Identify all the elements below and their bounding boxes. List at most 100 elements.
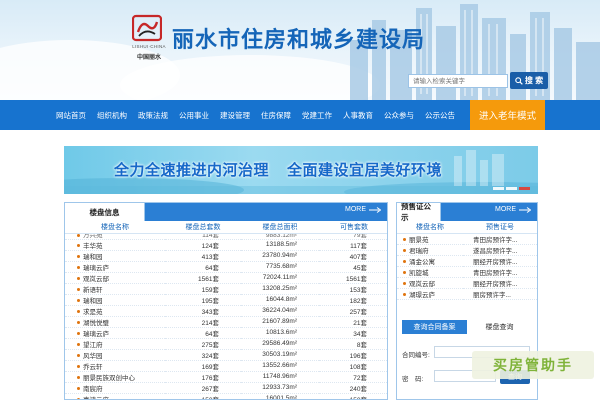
cell-text[interactable]: 嘉鸿云府: [83, 397, 109, 400]
banner-dot[interactable]: [506, 187, 517, 190]
table-row[interactable]: 望江府 275套 29586.49m² 8套: [65, 338, 387, 350]
list-bullet-icon: [77, 321, 80, 325]
cell-text[interactable]: 君瑞府: [409, 248, 429, 255]
nav-item-construction[interactable]: 建设管理: [220, 110, 250, 121]
table-row[interactable]: 风华园 324套 30503.19m² 196套: [65, 349, 387, 361]
nav-item-party-building[interactable]: 党建工作: [302, 110, 332, 121]
banner-dot[interactable]: [493, 187, 504, 190]
cell-text[interactable]: 风华园: [83, 353, 103, 360]
nav-item-announcements[interactable]: 公示公告: [425, 110, 455, 121]
table-row[interactable]: 湖璟云庐 丽房预许字...: [397, 288, 537, 300]
cell-text[interactable]: 乔云轩: [83, 364, 103, 371]
table-row[interactable]: 丽景民族双创中心 176套 11748.96m² 72套: [65, 371, 387, 383]
table-row[interactable]: 丽景苑 青田房预许字...: [397, 233, 537, 245]
nav-item-public-utilities[interactable]: 公用事业: [179, 110, 209, 121]
list-bullet-icon: [403, 260, 406, 264]
cell-text[interactable]: 万兴苑: [83, 233, 103, 238]
table-row[interactable]: 观岚云邸 丽经开房预许...: [397, 277, 537, 289]
total-area-cell: 30503.19m²: [241, 349, 319, 361]
presale-cert-cell: 丽房预许字...: [463, 288, 537, 300]
banner-dot-active[interactable]: [519, 187, 530, 190]
cell-text[interactable]: 观岚云邸: [409, 281, 435, 288]
column-header: 预售证号: [463, 221, 537, 234]
table-row[interactable]: 凯旋城 青田房预许字...: [397, 266, 537, 278]
total-units-cell: 159套: [165, 283, 241, 295]
table-row[interactable]: 瑞璃云庐 64套 7735.68m² 45套: [65, 261, 387, 273]
total-area-cell: 72024.11m²: [241, 272, 319, 284]
cell-text[interactable]: 湖悦悦璧: [83, 320, 109, 327]
cell-text[interactable]: 瑞和园: [83, 254, 103, 261]
list-bullet-icon: [403, 293, 406, 297]
property-name-cell: 瑞璃云庐: [65, 327, 165, 339]
total-area-cell: 29586.49m²: [241, 338, 319, 350]
presale-tab[interactable]: 预售证公示: [397, 203, 441, 222]
banner[interactable]: 全力全速推进内河治理 全面建设宜居美好环境: [64, 146, 538, 194]
cell-text[interactable]: 南宸府: [83, 386, 103, 393]
table-row[interactable]: 君瑞府 遂昌房预许字...: [397, 244, 537, 256]
presale-name-cell: 凯旋城: [397, 266, 463, 278]
cell-text[interactable]: 求是苑: [83, 309, 103, 316]
table-row[interactable]: 嘉鸿云府 150套 16001.5m² 150套: [65, 393, 387, 400]
table-row[interactable]: 观岚云邸 1561套 72024.11m² 1561套: [65, 272, 387, 284]
cell-text[interactable]: 瑞璃云庐: [83, 265, 109, 272]
nav-item-public-participation[interactable]: 公众参与: [384, 110, 414, 121]
table-row[interactable]: 涌金公寓 丽经开房预许...: [397, 255, 537, 267]
cell-text[interactable]: 望江府: [83, 342, 103, 349]
table-row[interactable]: 瑞和园 413套 23780.94m² 407套: [65, 250, 387, 262]
property-info-tab[interactable]: 楼盘信息: [65, 203, 145, 221]
banner-pagination: [493, 187, 530, 190]
nav-item-home[interactable]: 网站首页: [56, 110, 86, 121]
table-row[interactable]: 瑞和园 195套 16044.8m² 182套: [65, 294, 387, 306]
table-row[interactable]: 求是苑 343套 36224.04m² 257套: [65, 305, 387, 317]
arrow-right-icon: [519, 206, 531, 213]
available-units-cell: 257套: [319, 305, 387, 317]
presale-cert-cell: 青田房预许字...: [463, 266, 537, 278]
cell-text[interactable]: 湖璟云庐: [409, 292, 435, 299]
cell-text[interactable]: 新语轩: [83, 287, 103, 294]
list-bullet-icon: [77, 266, 80, 270]
tab-contract-query[interactable]: 查询合同备案: [402, 320, 467, 334]
cell-text[interactable]: 涌金公寓: [409, 259, 435, 266]
table-row[interactable]: 丰华苑 124套 13188.5m² 117套: [65, 239, 387, 251]
cell-text[interactable]: 凯旋城: [409, 270, 429, 277]
search-input[interactable]: [408, 74, 508, 88]
property-panel-header: 楼盘信息 MORE: [65, 203, 387, 221]
cell-text[interactable]: 观岚云邸: [83, 276, 109, 283]
column-header: 楼盘总面积: [241, 221, 319, 234]
property-name-cell: 新语轩: [65, 283, 165, 295]
cell-text[interactable]: 丽景民族双创中心: [83, 375, 135, 382]
presale-panel-header: 预售证公示 MORE: [397, 203, 537, 222]
property-more-link[interactable]: MORE: [345, 206, 381, 213]
site-header: LISHUI·CHINA 中国丽水 丽水市住房和城乡建设局 搜 索: [0, 0, 600, 100]
cell-text[interactable]: 丰华苑: [83, 243, 103, 250]
list-bullet-icon: [77, 299, 80, 303]
list-bullet-icon: [403, 271, 406, 275]
column-header: 楼盘名称: [65, 221, 165, 234]
presale-more-link[interactable]: MORE: [495, 206, 531, 213]
search-button[interactable]: 搜 索: [510, 72, 548, 89]
total-area-cell: 10813.6m²: [241, 327, 319, 339]
presale-name-cell: 君瑞府: [397, 244, 463, 256]
table-row[interactable]: 新语轩 159套 13208.25m² 153套: [65, 283, 387, 295]
table-row[interactable]: 湖悦悦璧 214套 21607.89m² 21套: [65, 316, 387, 328]
total-area-cell: 13188.5m²: [241, 239, 319, 251]
site-title: 丽水市住房和城乡建设局: [172, 27, 426, 52]
table-row[interactable]: 瑞璃云庐 64套 10813.6m² 34套: [65, 327, 387, 339]
site-logo[interactable]: LISHUI·CHINA 中国丽水: [126, 14, 170, 64]
cell-text[interactable]: 瑞和园: [83, 298, 103, 305]
tab-property-query[interactable]: 楼盘查询: [467, 320, 532, 334]
nav-item-hr-education[interactable]: 人事教育: [343, 110, 373, 121]
total-units-cell: 214套: [165, 316, 241, 328]
elder-mode-button[interactable]: 进入老年模式: [470, 100, 545, 130]
nav-item-organization[interactable]: 组织机构: [97, 110, 127, 121]
table-row[interactable]: 乔云轩 169套 13552.66m² 108套: [65, 360, 387, 372]
table-row[interactable]: 南宸府 267套 12933.73m² 240套: [65, 382, 387, 394]
total-units-cell: 324套: [165, 349, 241, 361]
available-units-cell: 407套: [319, 250, 387, 262]
nav-item-housing-security[interactable]: 住房保障: [261, 110, 291, 121]
nav-item-policy[interactable]: 政策法规: [138, 110, 168, 121]
cell-text[interactable]: 丽景苑: [409, 237, 429, 244]
presale-cert-cell: 青田房预许字...: [463, 233, 537, 245]
total-area-cell: 13208.25m²: [241, 283, 319, 295]
cell-text[interactable]: 瑞璃云庐: [83, 331, 109, 338]
